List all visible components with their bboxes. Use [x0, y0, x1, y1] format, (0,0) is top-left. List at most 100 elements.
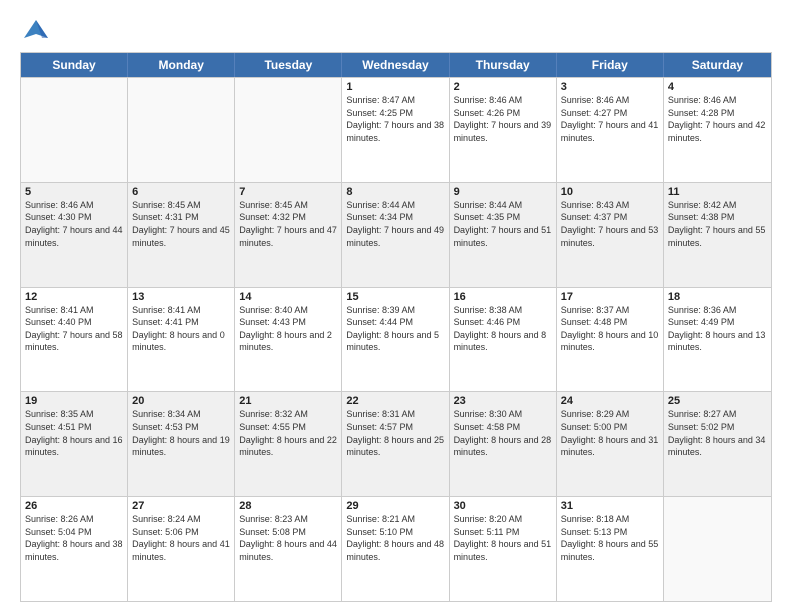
sunset-text: Sunset: 4:27 PM [561, 108, 628, 118]
daylight-text: Daylight: 8 hours and 51 minutes. [454, 539, 552, 562]
sunset-text: Sunset: 4:32 PM [239, 212, 306, 222]
sunrise-text: Sunrise: 8:43 AM [561, 200, 630, 210]
calendar-cell [664, 497, 771, 601]
cell-detail: Sunrise: 8:39 AM Sunset: 4:44 PM Daylight:… [346, 304, 444, 354]
cell-detail: Sunrise: 8:44 AMSunset: 4:35 PMDaylight:… [454, 199, 552, 249]
daylight-text: Daylight: 7 hours and 47 minutes. [239, 225, 337, 248]
sunset-text: Sunset: 4:57 PM [346, 422, 413, 432]
day-number: 25 [668, 395, 767, 407]
calendar-cell: 1Sunrise: 8:47 AMSunset: 4:25 PMDaylight… [342, 78, 449, 182]
calendar-cell: 28Sunrise: 8:23 AMSunset: 5:08 PMDayligh… [235, 497, 342, 601]
calendar-cell: 13Sunrise: 8:41 AMSunset: 4:41 PMDayligh… [128, 288, 235, 392]
cell-detail: Sunrise: 8:46 AMSunset: 4:30 PMDaylight:… [25, 199, 123, 249]
daylight-text: Daylight: 8 hours and 55 minutes. [561, 539, 659, 562]
daylight-text: Daylight: 8 hours and 31 minutes. [561, 435, 659, 458]
day-number: 30 [454, 500, 552, 512]
sunrise-text: Sunrise: 8:21 AM [346, 514, 415, 524]
daylight-text: Daylight: 7 hours and 53 minutes. [561, 225, 659, 248]
calendar-cell: 4Sunrise: 8:46 AMSunset: 4:28 PMDaylight… [664, 78, 771, 182]
day-number: 10 [561, 186, 659, 198]
sunset-text: Sunset: 4:40 PM [25, 317, 92, 327]
day-number: 8 [346, 186, 444, 198]
daylight-text: Daylight: 8 hours and 8 minutes. [454, 330, 547, 353]
sunset-text: Sunset: 5:11 PM [454, 527, 520, 537]
sunset-text: Sunset: 4:28 PM [668, 108, 735, 118]
sunrise-text: Sunrise: 8:46 AM [25, 200, 94, 210]
sunset-text: Sunset: 4:43 PM [239, 317, 306, 327]
daylight-text: Daylight: 7 hours and 51 minutes. [454, 225, 552, 248]
sunset-text: Sunset: 4:49 PM [668, 317, 735, 327]
daylight-text: Daylight: 8 hours and 38 minutes. [25, 539, 123, 562]
day-number: 3 [561, 81, 659, 93]
sunset-text: Sunset: 5:10 PM [346, 527, 413, 537]
cell-detail: Sunrise: 8:20 AMSunset: 5:11 PMDaylight:… [454, 513, 552, 563]
daylight-text: Daylight: 7 hours and 39 minutes. [454, 120, 552, 143]
calendar-week-4: 19Sunrise: 8:35 AMSunset: 4:51 PMDayligh… [21, 391, 771, 496]
daylight-text: Daylight: 8 hours and 48 minutes. [346, 539, 444, 562]
calendar-week-5: 26Sunrise: 8:26 AMSunset: 5:04 PMDayligh… [21, 496, 771, 601]
daylight-text: Daylight: 7 hours and 38 minutes. [346, 120, 444, 143]
sunrise-text: Sunrise: 8:27 AM [668, 409, 737, 419]
calendar-cell: 9Sunrise: 8:44 AMSunset: 4:35 PMDaylight… [450, 183, 557, 287]
day-number: 23 [454, 395, 552, 407]
sunset-text: Sunset: 4:48 PM [561, 317, 628, 327]
cell-detail: Sunrise: 8:40 AMSunset: 4:43 PMDaylight:… [239, 304, 337, 354]
daylight-text: Daylight: 7 hours and 45 minutes. [132, 225, 230, 248]
day-number: 16 [454, 291, 552, 303]
day-number: 11 [668, 186, 767, 198]
sunrise-text: Sunrise: 8:41 AM [132, 305, 201, 315]
day-number: 15 [346, 291, 444, 303]
sunrise-text: Sunrise: 8:24 AM [132, 514, 201, 524]
calendar-cell: 21Sunrise: 8:32 AMSunset: 4:55 PMDayligh… [235, 392, 342, 496]
calendar-cell: 20Sunrise: 8:34 AMSunset: 4:53 PMDayligh… [128, 392, 235, 496]
header-day-monday: Monday [128, 53, 235, 77]
calendar-cell: 30Sunrise: 8:20 AMSunset: 5:11 PMDayligh… [450, 497, 557, 601]
header-day-saturday: Saturday [664, 53, 771, 77]
sunrise-text: Sunrise: 8:29 AM [561, 409, 630, 419]
cell-detail: Sunrise: 8:41 AMSunset: 4:40 PMDaylight:… [25, 304, 123, 354]
sunset-text: Sunset: 4:26 PM [454, 108, 521, 118]
sunset-text: Sunset: 4:37 PM [561, 212, 628, 222]
header-day-friday: Friday [557, 53, 664, 77]
calendar-cell: 5Sunrise: 8:46 AMSunset: 4:30 PMDaylight… [21, 183, 128, 287]
calendar-cell: 29Sunrise: 8:21 AMSunset: 5:10 PMDayligh… [342, 497, 449, 601]
cell-detail: Sunrise: 8:45 AM Sunset: 4:32 PM Daylight:… [239, 199, 337, 249]
daylight-text: Daylight: 8 hours and 22 minutes. [239, 435, 337, 458]
calendar-cell: 25Sunrise: 8:27 AMSunset: 5:02 PMDayligh… [664, 392, 771, 496]
daylight-text: Daylight: 8 hours and 2 minutes. [239, 330, 332, 353]
sunset-text: Sunset: 4:44 PM [346, 317, 413, 327]
sunrise-text: Sunrise: 8:39 AM [346, 305, 415, 315]
sunset-text: Sunset: 5:02 PM [668, 422, 735, 432]
cell-detail: Sunrise: 8:34 AMSunset: 4:53 PMDaylight:… [132, 408, 230, 458]
calendar-cell: 6Sunrise: 8:45 AMSunset: 4:31 PMDaylight… [128, 183, 235, 287]
sunrise-text: Sunrise: 8:37 AM [561, 305, 630, 315]
calendar-cell [21, 78, 128, 182]
logo-icon [22, 16, 50, 44]
day-number: 7 [239, 186, 337, 198]
cell-detail: Sunrise: 8:47 AMSunset: 4:25 PMDaylight:… [346, 94, 444, 144]
cell-detail: Sunrise: 8:38 AMSunset: 4:46 PMDaylight:… [454, 304, 552, 354]
sunrise-text: Sunrise: 8:45 AM [132, 200, 201, 210]
calendar-grid: SundayMondayTuesdayWednesdayThursdayFrid… [20, 52, 772, 602]
header-day-wednesday: Wednesday [342, 53, 449, 77]
sunset-text: Sunset: 4:41 PM [132, 317, 199, 327]
sunrise-text: Sunrise: 8:45 AM [239, 200, 308, 210]
header-day-sunday: Sunday [21, 53, 128, 77]
daylight-text: Daylight: 7 hours and 49 minutes. [346, 225, 444, 248]
sunset-text: Sunset: 5:04 PM [25, 527, 92, 537]
sunset-text: Sunset: 5:08 PM [239, 527, 306, 537]
day-number: 4 [668, 81, 767, 93]
day-number: 1 [346, 81, 444, 93]
header-day-tuesday: Tuesday [235, 53, 342, 77]
cell-detail: Sunrise: 8:23 AMSunset: 5:08 PMDaylight:… [239, 513, 337, 563]
cell-detail: Sunrise: 8:44 AMSunset: 4:34 PMDaylight:… [346, 199, 444, 249]
day-number: 21 [239, 395, 337, 407]
sunset-text: Sunset: 4:58 PM [454, 422, 521, 432]
calendar-cell: 15 Sunrise: 8:39 AM Sunset: 4:44 PM Dayligh… [342, 288, 449, 392]
daylight-text: Daylight: 8 hours and 5 minutes. [346, 330, 439, 353]
calendar-cell: 17Sunrise: 8:37 AMSunset: 4:48 PMDayligh… [557, 288, 664, 392]
sunset-text: Sunset: 4:46 PM [454, 317, 521, 327]
sunrise-text: Sunrise: 8:35 AM [25, 409, 94, 419]
daylight-text: Daylight: 7 hours and 42 minutes. [668, 120, 766, 143]
calendar-cell: 23Sunrise: 8:30 AMSunset: 4:58 PMDayligh… [450, 392, 557, 496]
